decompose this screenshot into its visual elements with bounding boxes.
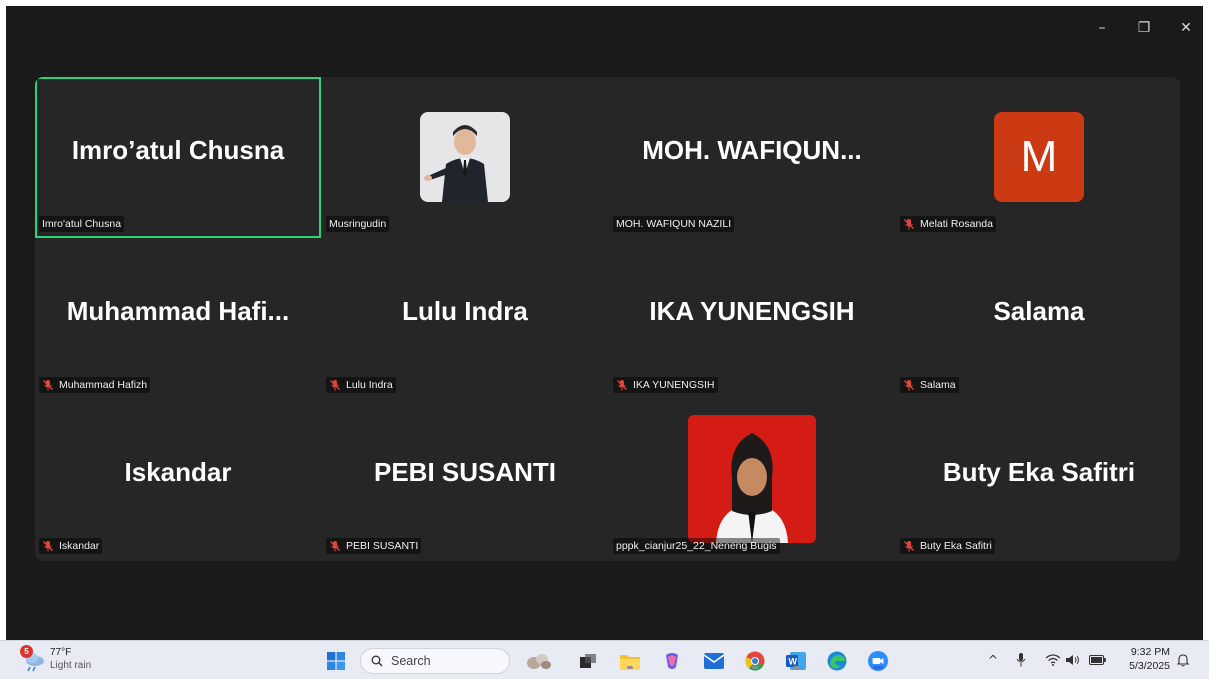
running-indicator (752, 666, 758, 669)
participant-label-text: Muhammad Hafizh (59, 379, 148, 391)
mic-muted-icon (43, 380, 53, 391)
participant-label: MOH. WAFIQUN NAZILI (613, 216, 735, 232)
participant-tile[interactable]: Salama Salama (896, 238, 1180, 399)
system-clock[interactable]: 9:32 PM 5/3/2025 (1122, 645, 1170, 673)
participant-tile[interactable]: MOH. WAFIQUN... MOH. WAFIQUN NAZILI (609, 77, 895, 238)
mic-muted-icon (904, 219, 914, 230)
participant-tile[interactable]: Muhammad Hafi... Muhammad Hafizh (35, 238, 321, 399)
mail-icon[interactable] (704, 651, 724, 671)
mic-muted-icon (617, 380, 627, 391)
participant-tile[interactable]: Iskandar Iskandar (35, 399, 321, 560)
participant-tile[interactable]: PEBI SUSANTI PEBI SUSANTI (322, 399, 608, 560)
file-explorer-icon[interactable] (620, 651, 640, 671)
participant-label-text: Buty Eka Safitri (920, 540, 992, 552)
search-placeholder: Search (391, 654, 431, 668)
participant-label-text: Lulu Indra (346, 379, 393, 391)
participant-label: Iskandar (39, 538, 103, 554)
participant-display-name: MOH. WAFIQUN... (642, 135, 862, 165)
minimize-button[interactable]: – (1082, 16, 1122, 40)
weather-alert-badge: 5 (20, 645, 33, 658)
participant-label: Imro'atul Chusna (39, 216, 125, 232)
weather-condition: Light rain (50, 660, 92, 671)
participant-label: Buty Eka Safitri (900, 538, 995, 554)
battery-icon[interactable] (1088, 652, 1106, 668)
participant-label-text: Iskandar (59, 540, 100, 552)
running-indicator (793, 666, 799, 669)
weather-icon: 5 (20, 645, 46, 672)
participant-tile[interactable]: Lulu Indra Lulu Indra (322, 238, 608, 399)
participant-tile[interactable]: IKA YUNENGSIH IKA YUNENGSIH (609, 238, 895, 399)
participant-label: Musringudin (326, 216, 390, 232)
widgets-highlight-icon[interactable] (522, 651, 556, 671)
close-button[interactable]: ✕ (1166, 16, 1206, 40)
participant-label-text: Melati Rosanda (920, 218, 993, 230)
copilot-icon[interactable] (662, 651, 682, 671)
participant-display-name: IKA YUNENGSIH (649, 296, 855, 326)
mic-muted-icon (904, 541, 914, 552)
participant-label-text: pppk_cianjur25_22_Neneng Bugis (616, 540, 777, 552)
participant-display-name: Muhammad Hafi... (66, 296, 290, 326)
participant-display-name: Lulu Indra (402, 296, 528, 326)
microphone-icon[interactable] (1014, 652, 1028, 668)
chrome-icon[interactable] (745, 651, 765, 671)
participant-display-name: PEBI SUSANTI (373, 457, 557, 487)
mic-muted-icon (43, 541, 53, 552)
participant-avatar-letter: M (994, 112, 1084, 202)
mic-muted-icon (904, 380, 914, 391)
taskbar: 5 77°F Light rain Search W ^ 9:32 PM 5/3… (0, 640, 1209, 679)
participant-label: pppk_cianjur25_22_Neneng Bugis (613, 538, 780, 554)
mic-muted-icon (330, 380, 340, 391)
taskbar-search[interactable]: Search (360, 648, 510, 674)
search-icon (371, 655, 383, 667)
participant-display-name: Imro’atul Chusna (71, 135, 285, 165)
clock-time: 9:32 PM (1130, 646, 1170, 658)
running-indicator (627, 666, 633, 669)
mic-muted-icon (330, 541, 340, 552)
weather-widget[interactable]: 5 77°F Light rain (20, 645, 92, 672)
participant-label: IKA YUNENGSIH (613, 377, 718, 393)
zoom-icon[interactable] (868, 651, 888, 671)
participant-display-name: Buty Eka Safitri (942, 457, 1136, 487)
participant-label-text: IKA YUNENGSIH (633, 379, 715, 391)
participant-label-text: Imro'atul Chusna (42, 218, 122, 230)
windows-start-icon[interactable] (326, 651, 346, 671)
participant-tile[interactable]: pppk_cianjur25_22_Neneng Bugis (609, 399, 895, 560)
volume-icon[interactable] (1064, 652, 1082, 668)
participant-label: Salama (900, 377, 959, 393)
participant-gallery: Imro’atul Chusna Imro'atul Chusna Musrin… (35, 77, 1180, 561)
participant-label: PEBI SUSANTI (326, 538, 422, 554)
zoom-meeting-window: – ❐ ✕ Imro’atul Chusna Imro'atul Chusna (6, 6, 1203, 640)
participant-tile[interactable]: M Melati Rosanda (896, 77, 1180, 238)
participant-display-name: Salama (993, 296, 1085, 326)
participant-label-text: Salama (920, 379, 956, 391)
participant-label-text: MOH. WAFIQUN NAZILI (616, 218, 732, 230)
show-hidden-icons-chevron[interactable]: ^ (988, 653, 998, 667)
task-view-icon[interactable] (578, 651, 598, 671)
participant-tile[interactable]: Musringudin (322, 77, 608, 238)
svg-text:W: W (789, 657, 798, 667)
participant-label: Muhammad Hafizh (39, 377, 151, 393)
restore-button[interactable]: ❐ (1124, 16, 1164, 40)
edge-icon[interactable] (827, 651, 847, 671)
clock-date: 5/3/2025 (1129, 660, 1170, 672)
word-icon[interactable]: W (786, 651, 806, 671)
notification-icon[interactable] (1174, 651, 1192, 669)
participant-avatar-photo (688, 415, 816, 543)
participant-label: Lulu Indra (326, 377, 396, 393)
participant-label-text: Musringudin (329, 218, 387, 230)
participant-avatar-photo (420, 112, 510, 202)
participant-label-text: PEBI SUSANTI (346, 540, 419, 552)
wifi-icon[interactable] (1044, 652, 1062, 668)
participant-display-name: Iskandar (124, 457, 232, 487)
participant-tile[interactable]: Buty Eka Safitri Buty Eka Safitri (896, 399, 1180, 560)
weather-temp: 77°F (50, 647, 72, 658)
active-indicator (873, 666, 883, 669)
participant-tile[interactable]: Imro’atul Chusna Imro'atul Chusna (35, 77, 321, 238)
participant-label: Melati Rosanda (900, 216, 996, 232)
